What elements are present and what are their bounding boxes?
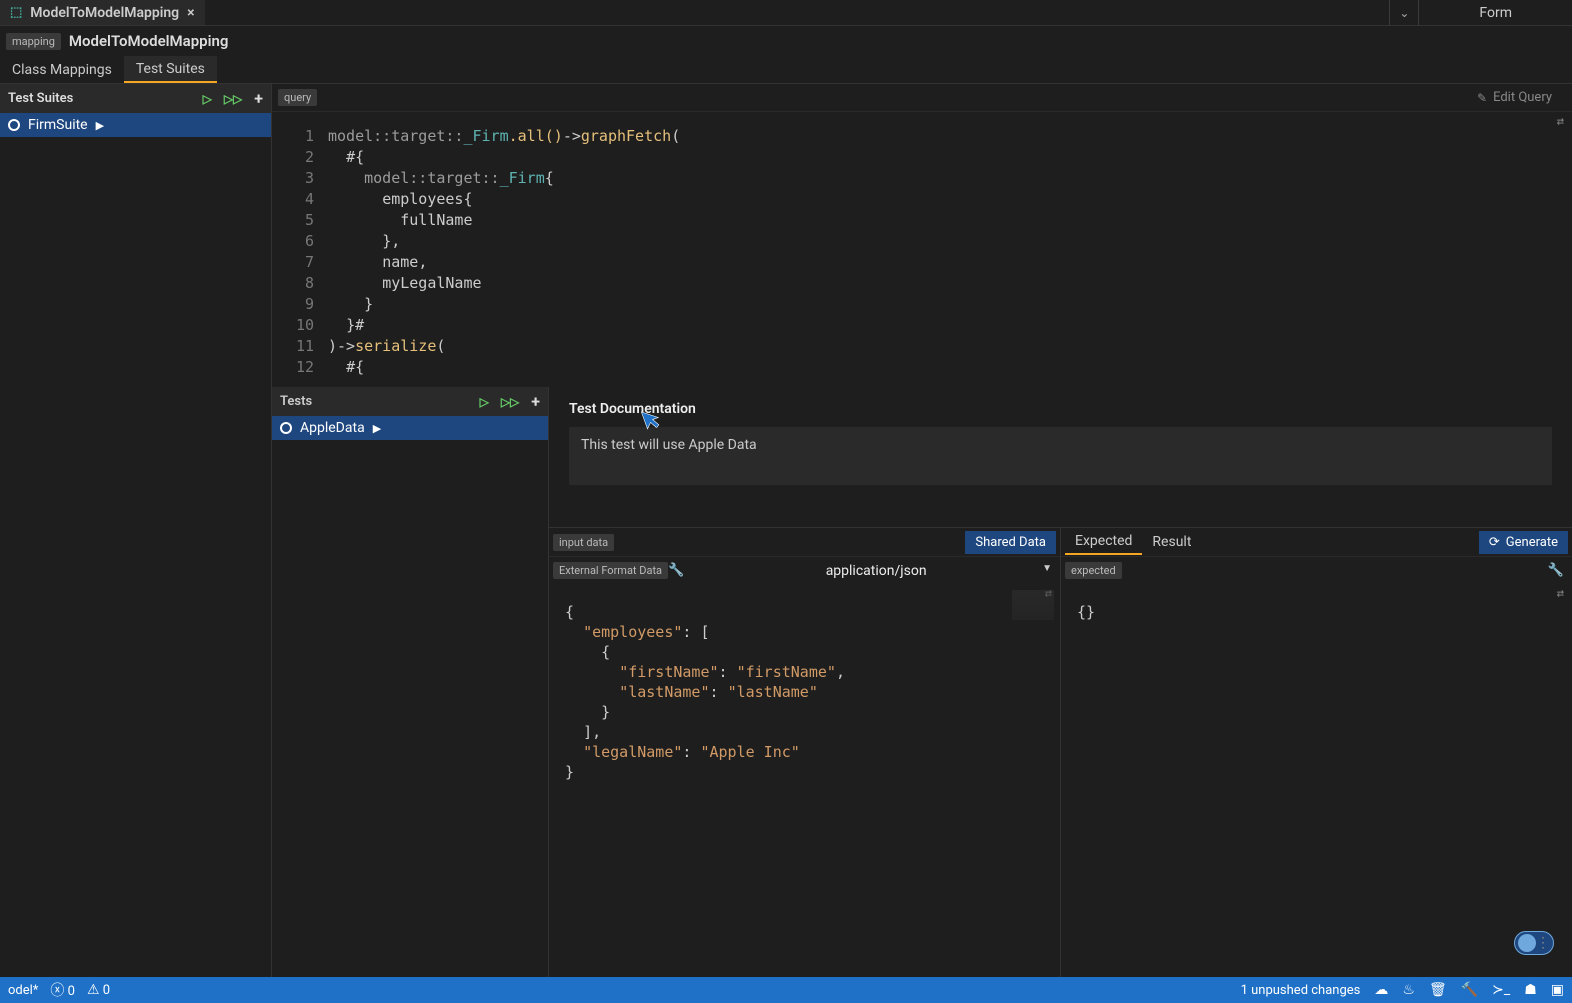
notification-dot-icon — [1518, 934, 1536, 952]
run-test-icon[interactable]: ▷ — [480, 395, 489, 409]
wrench-icon[interactable]: 🔧 — [1548, 563, 1564, 578]
trash-icon[interactable]: 🗑 — [1429, 982, 1447, 998]
warnings-indicator[interactable]: ⚠ 0 — [87, 982, 110, 998]
input-data-badge: input data — [553, 534, 614, 551]
generate-label: Generate — [1506, 535, 1558, 550]
terminal-icon[interactable]: ≻_ — [1492, 982, 1510, 998]
tab-test-suites[interactable]: Test Suites — [124, 56, 217, 83]
cloud-upload-icon[interactable]: ☁ — [1374, 982, 1388, 998]
unpushed-changes[interactable]: 1 unpushed changes — [1241, 983, 1361, 998]
status-right: 1 unpushed changes ☁ ♨ 🗑 🔨 ≻_ ☗ ▣ — [1241, 982, 1564, 998]
add-suite-icon[interactable]: + — [254, 89, 263, 108]
edit-query-button[interactable]: ✎ Edit Query — [1477, 90, 1572, 105]
input-json-editor[interactable]: ⇄ { "employees": [ { "firstName": "first… — [549, 584, 1060, 977]
tab-expected[interactable]: Expected — [1065, 529, 1142, 555]
query-bar: query ✎ Edit Query — [272, 84, 1572, 112]
expected-json-editor[interactable]: ⇄ {} — [1061, 584, 1572, 977]
drag-dots-icon: ⋮ — [1536, 935, 1550, 951]
code-content: model::target::_Firm.all()->graphFetch( … — [328, 126, 680, 383]
run-all-icon[interactable]: ▷▷ — [224, 92, 242, 106]
status-circle-icon — [280, 422, 292, 434]
tests-area: Tests ▷ ▷▷ + AppleData ▶ Test Documenta — [272, 387, 1572, 977]
input-tab-row: input data Shared Data — [549, 528, 1060, 556]
refresh-icon: ⟳ — [1489, 535, 1500, 550]
form-toggle-button[interactable]: Form — [1419, 0, 1572, 25]
type-badge: mapping — [6, 33, 61, 50]
robot-icon[interactable]: ☗ — [1524, 982, 1537, 998]
workspace-label[interactable]: odel* — [8, 983, 38, 998]
toolbar-right: ⌄ Form — [1389, 0, 1572, 25]
pencil-icon: ✎ — [1477, 91, 1487, 105]
external-format-label: External Format Data — [553, 562, 668, 579]
breadcrumb: mapping ModelToModelMapping — [0, 26, 1572, 56]
suites-actions: ▷ ▷▷ + — [203, 89, 263, 108]
edit-query-label: Edit Query — [1493, 90, 1552, 105]
io-row: input data Shared Data External Format D… — [549, 527, 1572, 977]
minimap — [1012, 590, 1054, 620]
tests-panel: Tests ▷ ▷▷ + AppleData ▶ — [272, 387, 549, 977]
test-doc-title: Test Documentation — [569, 401, 1552, 417]
mapping-file-icon: ⬚ — [10, 5, 22, 20]
swap-icon[interactable]: ⇄ — [1557, 586, 1564, 600]
run-all-tests-icon[interactable]: ▷▷ — [501, 395, 519, 409]
test-suites-title: Test Suites — [8, 91, 73, 106]
status-bar: odel* ⓧ 0 ⚠ 0 1 unpushed changes ☁ ♨ 🗑 🔨… — [0, 977, 1572, 1003]
mime-type-value: application/json — [826, 563, 927, 579]
hammer-icon[interactable]: 🔨 — [1461, 982, 1478, 998]
expected-panel: Expected Result ⟳ Generate expected 🔧 — [1061, 528, 1572, 977]
test-item-label: AppleData — [300, 420, 365, 436]
generate-button[interactable]: ⟳ Generate — [1479, 531, 1568, 554]
add-test-icon[interactable]: + — [531, 392, 540, 411]
expected-badge: expected — [1065, 562, 1122, 579]
swap-icon[interactable]: ⇄ — [1557, 114, 1564, 128]
input-format-row: External Format Data 🔧 application/json … — [549, 556, 1060, 584]
errors-indicator[interactable]: ⓧ 0 — [50, 980, 75, 1000]
suite-item-firmsuite[interactable]: FirmSuite ▶ — [0, 113, 271, 137]
test-item-appledata[interactable]: AppleData ▶ — [272, 416, 548, 440]
query-code-editor[interactable]: ⇄ 1 2 3 4 5 6 7 8 9 10 11 12 model::targ… — [272, 112, 1572, 387]
tab-result[interactable]: Result — [1142, 530, 1201, 554]
mapping-tabs: Class Mappings Test Suites — [0, 56, 1572, 84]
output-tab-row: Expected Result ⟳ Generate — [1061, 528, 1572, 556]
editor-area: query ✎ Edit Query ⇄ 1 2 3 4 5 6 7 8 9 1… — [272, 84, 1572, 977]
test-suites-panel: Test Suites ▷ ▷▷ + FirmSuite ▶ — [0, 84, 272, 977]
file-tab-bar: ⬚ ModelToModelMapping × ⌄ Form — [0, 0, 1572, 26]
tests-header: Tests ▷ ▷▷ + — [272, 387, 548, 416]
expand-icon[interactable]: ▣ — [1551, 982, 1564, 998]
shared-data-button[interactable]: Shared Data — [965, 531, 1056, 554]
close-tab-icon[interactable]: × — [187, 5, 194, 21]
run-icon[interactable]: ▷ — [203, 92, 212, 106]
notification-toggle[interactable]: ⋮ — [1514, 931, 1554, 955]
test-doc-block: Test Documentation This test will use Ap… — [549, 387, 1572, 493]
input-panel: input data Shared Data External Format D… — [549, 528, 1061, 977]
suite-item-label: FirmSuite — [28, 117, 88, 133]
fire-icon[interactable]: ♨ — [1402, 982, 1415, 998]
tests-actions: ▷ ▷▷ + — [480, 392, 540, 411]
tab-class-mappings[interactable]: Class Mappings — [0, 56, 124, 83]
test-detail-panel: Test Documentation This test will use Ap… — [549, 387, 1572, 977]
expected-row: expected 🔧 — [1061, 556, 1572, 584]
tests-title: Tests — [280, 394, 312, 409]
play-icon[interactable]: ▶ — [96, 119, 104, 132]
test-suites-header: Test Suites ▷ ▷▷ + — [0, 84, 271, 113]
file-tab[interactable]: ⬚ ModelToModelMapping × — [0, 0, 205, 25]
breadcrumb-title: ModelToModelMapping — [69, 32, 229, 50]
play-icon[interactable]: ▶ — [373, 422, 381, 435]
line-gutter: 1 2 3 4 5 6 7 8 9 10 11 12 — [272, 126, 328, 383]
test-doc-input[interactable]: This test will use Apple Data — [569, 427, 1552, 485]
status-circle-icon — [8, 119, 20, 131]
file-tab-title: ModelToModelMapping — [30, 5, 179, 21]
mime-type-select[interactable]: application/json ▼ — [692, 563, 1060, 579]
wrench-icon[interactable]: 🔧 — [668, 563, 684, 578]
chevron-down-icon[interactable]: ⌄ — [1389, 0, 1419, 25]
query-badge: query — [278, 89, 317, 106]
chevron-down-icon: ▼ — [1042, 563, 1052, 574]
